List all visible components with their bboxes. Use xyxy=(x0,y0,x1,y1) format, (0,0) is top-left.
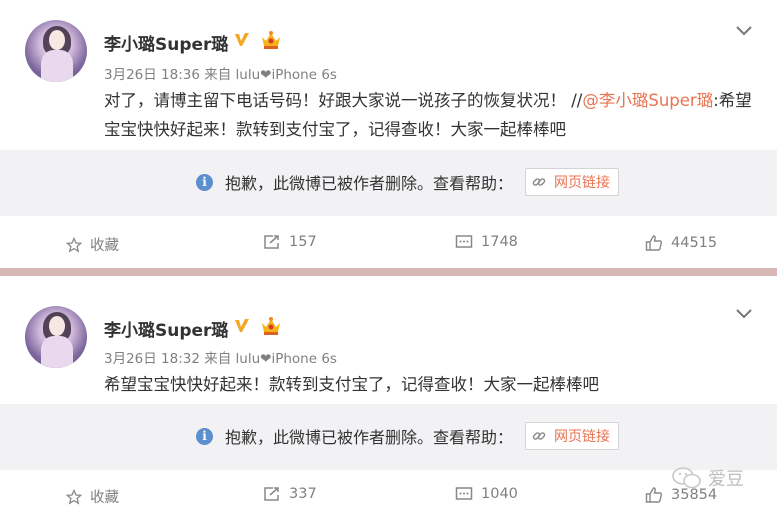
info-icon: i xyxy=(196,427,213,445)
star-icon xyxy=(66,488,82,505)
username[interactable]: 李小璐Super璐 xyxy=(104,30,228,55)
favorite-label: 收藏 xyxy=(90,238,119,254)
like-icon xyxy=(645,487,663,503)
deleted-text: 抱歉，此微博已被作者删除。查看帮助： xyxy=(225,174,514,193)
post-meta: 3月26日 18:32 来自 lulu❤iPhone 6s xyxy=(104,351,337,367)
chevron-down-icon[interactable] xyxy=(735,307,753,321)
web-link-label: 网页链接 xyxy=(554,429,611,445)
web-link-button[interactable]: 网页链接 xyxy=(525,168,620,196)
like-count: 44515 xyxy=(671,235,718,251)
wechat-icon xyxy=(672,467,701,489)
favorite-label: 收藏 xyxy=(90,490,119,506)
vip-crown-icon[interactable] xyxy=(259,29,283,51)
deleted-notice: i 抱歉，此微博已被作者删除。查看帮助： 网页链接 xyxy=(0,150,777,216)
comment-count: 1040 xyxy=(481,486,518,502)
username[interactable]: 李小璐Super璐 xyxy=(104,316,228,341)
watermark: 爱豆 xyxy=(672,465,744,491)
vip-crown-icon[interactable] xyxy=(259,315,283,337)
link-icon xyxy=(532,432,546,440)
repost-separator: // xyxy=(566,91,583,110)
post-divider xyxy=(0,268,777,276)
action-bar: 收藏 337 1040 35854 xyxy=(0,472,777,520)
repost-icon xyxy=(264,487,279,501)
post-content: 对了，请博主留下电话号码！好跟大家说一说孩子的恢复状况！ //@李小璐Super… xyxy=(104,86,754,144)
comment-icon xyxy=(455,235,473,248)
comment-count: 1748 xyxy=(481,234,518,250)
repost-button[interactable]: 157 xyxy=(263,234,317,250)
avatar[interactable] xyxy=(25,306,87,368)
favorite-button[interactable]: 收藏 xyxy=(66,486,119,507)
favorite-button[interactable]: 收藏 xyxy=(66,234,119,255)
like-button[interactable]: 44515 xyxy=(645,234,717,252)
verified-v-icon xyxy=(235,33,249,46)
web-link-label: 网页链接 xyxy=(554,175,611,191)
like-icon xyxy=(645,235,663,251)
verified-v-icon xyxy=(235,319,249,332)
comment-button[interactable]: 1040 xyxy=(455,486,518,502)
post-text: 对了，请博主留下电话号码！好跟大家说一说孩子的恢复状况！ xyxy=(104,91,566,110)
repost-button[interactable]: 337 xyxy=(263,486,317,502)
mention-link[interactable]: @李小璐Super璐 xyxy=(582,91,713,110)
star-icon xyxy=(66,236,82,253)
info-icon: i xyxy=(196,173,213,191)
post-content: 希望宝宝快快好起来！款转到支付宝了，记得查收！大家一起棒棒吧 xyxy=(104,375,599,394)
repost-count: 337 xyxy=(289,486,317,502)
deleted-text: 抱歉，此微博已被作者删除。查看帮助： xyxy=(225,428,514,447)
link-icon xyxy=(532,178,546,186)
watermark-label: 爱豆 xyxy=(708,469,744,490)
comment-icon xyxy=(455,487,473,500)
chevron-down-icon[interactable] xyxy=(735,24,753,38)
action-bar: 收藏 157 1748 44515 xyxy=(0,220,777,268)
deleted-notice: i 抱歉，此微博已被作者删除。查看帮助： 网页链接 xyxy=(0,404,777,470)
avatar[interactable] xyxy=(25,20,87,82)
post-meta: 3月26日 18:36 来自 lulu❤iPhone 6s xyxy=(104,67,337,83)
web-link-button[interactable]: 网页链接 xyxy=(525,422,620,450)
weibo-post-1: 李小璐Super璐 3月26日 18:36 来自 lulu❤iPhone 6s … xyxy=(0,0,777,268)
weibo-post-2: 李小璐Super璐 3月26日 18:32 来自 lulu❤iPhone 6s … xyxy=(0,276,777,514)
repost-count: 157 xyxy=(289,234,317,250)
comment-button[interactable]: 1748 xyxy=(455,234,518,250)
repost-icon xyxy=(264,235,279,249)
